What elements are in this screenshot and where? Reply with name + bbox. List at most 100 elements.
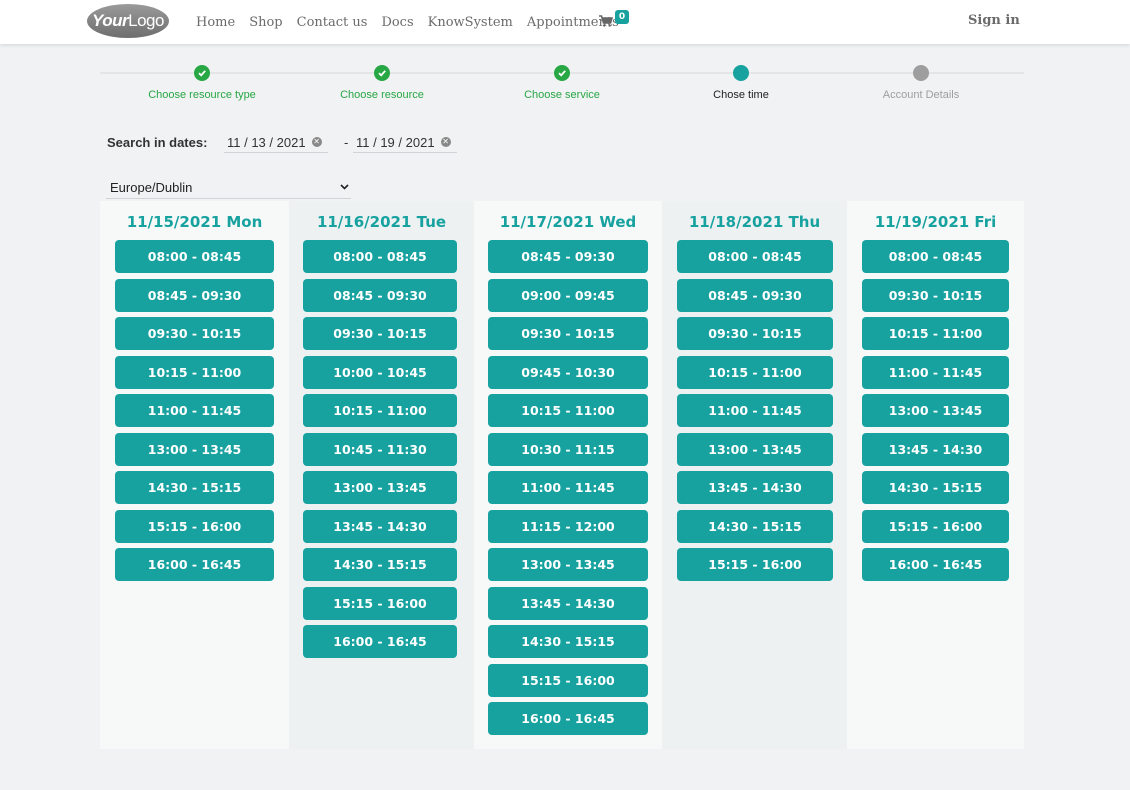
day-column: 11/17/2021 Wed 08:45 - 09:30 09:00 - 09:45… bbox=[474, 201, 662, 749]
slot-list: 08:00 - 08:45 08:45 - 09:30 09:30 - 10:15 1… bbox=[662, 240, 847, 587]
date-from-input[interactable]: 11 / 13 / 2021 ✕ bbox=[224, 132, 328, 153]
nav-link-knowsystem[interactable]: KnowSystem bbox=[428, 15, 513, 30]
time-slot-button[interactable]: 13:00 - 13:45 bbox=[488, 548, 648, 581]
chevron-down-icon bbox=[340, 184, 349, 190]
day-header: 11/15/2021 Mon bbox=[126, 213, 263, 231]
date-to-input[interactable]: 11 / 19 / 2021 ✕ bbox=[353, 132, 457, 153]
time-slot-button[interactable]: 08:45 - 09:30 bbox=[303, 278, 457, 312]
step-1[interactable]: Choose resource type bbox=[112, 65, 292, 101]
search-dates-label: Search in dates: bbox=[107, 135, 208, 150]
time-slot-button[interactable]: 09:30 - 10:15 bbox=[115, 317, 274, 350]
time-slot-button[interactable]: 10:15 - 11:00 bbox=[303, 394, 457, 427]
time-slot-button[interactable]: 13:00 - 13:45 bbox=[862, 394, 1009, 427]
timezone-select[interactable]: Europe/Dublin bbox=[106, 178, 351, 199]
step-3[interactable]: Choose service bbox=[472, 65, 652, 101]
time-slot-button[interactable]: 13:45 - 14:30 bbox=[862, 432, 1009, 466]
step-5[interactable]: Account Details bbox=[831, 65, 1011, 101]
step-label: Choose resource bbox=[340, 89, 424, 101]
time-slot-button[interactable]: 09:30 - 10:15 bbox=[488, 317, 648, 350]
time-slot-button[interactable]: 09:30 - 10:15 bbox=[862, 278, 1009, 312]
time-slot-button[interactable]: 14:30 - 15:15 bbox=[303, 548, 457, 581]
time-slot-button[interactable]: 10:15 - 11:00 bbox=[862, 317, 1009, 350]
shopping-cart-icon bbox=[599, 15, 613, 27]
slot-list: 08:00 - 08:45 08:45 - 09:30 09:30 - 10:15 1… bbox=[100, 240, 289, 587]
time-slot-button[interactable]: 11:00 - 11:45 bbox=[488, 471, 648, 504]
time-slot-button[interactable]: 16:00 - 16:45 bbox=[488, 702, 648, 735]
time-slot-button[interactable]: 13:45 - 14:30 bbox=[303, 509, 457, 543]
time-slot-button[interactable]: 09:30 - 10:15 bbox=[303, 317, 457, 350]
time-slot-button[interactable]: 09:30 - 10:15 bbox=[677, 317, 833, 350]
time-slot-button[interactable]: 13:00 - 13:45 bbox=[115, 432, 274, 466]
time-slot-button[interactable]: 11:00 - 11:45 bbox=[862, 355, 1009, 389]
time-slot-button[interactable]: 11:00 - 11:45 bbox=[115, 394, 274, 427]
time-slot-button[interactable]: 15:15 - 16:00 bbox=[862, 509, 1009, 543]
slot-list: 08:00 - 08:45 08:45 - 09:30 09:30 - 10:15 1… bbox=[289, 240, 474, 664]
step-label: Choose service bbox=[524, 89, 600, 101]
time-slot-button[interactable]: 08:00 - 08:45 bbox=[303, 240, 457, 273]
logo-text-logo: Logo bbox=[128, 11, 164, 30]
cart-button[interactable]: 0 bbox=[599, 10, 639, 34]
time-slot-button[interactable]: 10:45 - 11:30 bbox=[303, 432, 457, 466]
time-slot-button[interactable]: 14:30 - 15:15 bbox=[862, 471, 1009, 504]
time-slot-button[interactable]: 13:00 - 13:45 bbox=[303, 471, 457, 504]
step-label: Choose resource type bbox=[148, 89, 256, 101]
step-4[interactable]: Chose time bbox=[651, 65, 831, 101]
nav-link-home[interactable]: Home bbox=[196, 15, 235, 30]
time-slot-button[interactable]: 15:15 - 16:00 bbox=[303, 586, 457, 620]
time-slot-button[interactable]: 08:00 - 08:45 bbox=[862, 240, 1009, 273]
time-slot-button[interactable]: 10:15 - 11:00 bbox=[677, 355, 833, 389]
nav-link-docs[interactable]: Docs bbox=[381, 15, 413, 30]
clear-icon[interactable]: ✕ bbox=[311, 137, 322, 147]
time-slot-button[interactable]: 11:15 - 12:00 bbox=[488, 509, 648, 543]
time-slot-button[interactable]: 13:00 - 13:45 bbox=[677, 432, 833, 466]
time-slot-button[interactable]: 10:15 - 11:00 bbox=[488, 394, 648, 427]
clear-icon[interactable]: ✕ bbox=[440, 137, 451, 147]
time-slot-button[interactable]: 09:00 - 09:45 bbox=[488, 278, 648, 312]
time-slot-button[interactable]: 15:15 - 16:00 bbox=[115, 509, 274, 543]
time-slot-button[interactable]: 13:45 - 14:30 bbox=[677, 471, 833, 504]
time-slot-button[interactable]: 14:30 - 15:15 bbox=[677, 509, 833, 543]
time-slot-button[interactable]: 08:45 - 09:30 bbox=[488, 240, 648, 273]
time-slot-button[interactable]: 16:00 - 16:45 bbox=[303, 625, 457, 658]
date-range-separator: - bbox=[344, 135, 349, 150]
step-label: Account Details bbox=[882, 89, 960, 101]
nav-link-shop[interactable]: Shop bbox=[249, 15, 282, 30]
time-slot-button[interactable]: 15:15 - 16:00 bbox=[488, 663, 648, 697]
time-slot-button[interactable]: 10:15 - 11:00 bbox=[115, 355, 274, 389]
step-circle-icon bbox=[733, 65, 749, 81]
time-slot-button[interactable]: 08:00 - 08:45 bbox=[677, 240, 833, 273]
date-from-value: 11 / 13 / 2021 bbox=[227, 134, 306, 150]
day-header: 11/19/2021 Fri bbox=[874, 213, 997, 231]
time-slot-button[interactable]: 15:15 - 16:00 bbox=[677, 548, 833, 581]
day-column: 11/19/2021 Fri 08:00 - 08:45 09:30 - 10:15… bbox=[847, 201, 1024, 749]
day-column: 11/16/2021 Tue 08:00 - 08:45 08:45 - 09:30… bbox=[289, 201, 474, 749]
check-circle-icon bbox=[194, 65, 210, 81]
nav-link-contact[interactable]: Contact us bbox=[297, 15, 368, 30]
day-header: 11/17/2021 Wed bbox=[499, 213, 637, 231]
day-header: 11/16/2021 Tue bbox=[316, 213, 447, 231]
time-slot-button[interactable]: 13:45 - 14:30 bbox=[488, 586, 648, 620]
nav-links: Home Shop Contact us Docs KnowSystem App… bbox=[196, 0, 619, 44]
time-slot-button[interactable]: 14:30 - 15:15 bbox=[488, 625, 648, 658]
cart-count-badge: 0 bbox=[615, 10, 629, 24]
time-slot-button[interactable]: 08:45 - 09:30 bbox=[115, 278, 274, 312]
slot-list: 08:45 - 09:30 09:00 - 09:45 09:30 - 10:15 0… bbox=[474, 240, 662, 741]
time-slot-button[interactable]: 08:45 - 09:30 bbox=[677, 278, 833, 312]
time-slot-button[interactable]: 14:30 - 15:15 bbox=[115, 471, 274, 504]
time-slot-button[interactable]: 16:00 - 16:45 bbox=[115, 548, 274, 581]
step-circle-icon bbox=[913, 65, 929, 81]
step-2[interactable]: Choose resource bbox=[292, 65, 472, 101]
time-slot-button[interactable]: 08:00 - 08:45 bbox=[115, 240, 274, 273]
time-slot-button[interactable]: 10:00 - 10:45 bbox=[303, 355, 457, 389]
sign-in-link[interactable]: Sign in bbox=[968, 13, 1020, 28]
time-slot-button[interactable]: 09:45 - 10:30 bbox=[488, 355, 648, 389]
day-column: 11/18/2021 Thu 08:00 - 08:45 08:45 - 09:30… bbox=[662, 201, 847, 749]
step-label: Chose time bbox=[713, 89, 769, 101]
time-slot-button[interactable]: 10:30 - 11:15 bbox=[488, 432, 648, 466]
time-slot-button[interactable]: 16:00 - 16:45 bbox=[862, 548, 1009, 581]
time-slot-button[interactable]: 11:00 - 11:45 bbox=[677, 394, 833, 427]
slot-list: 08:00 - 08:45 09:30 - 10:15 10:15 - 11:00 1… bbox=[847, 240, 1024, 587]
timezone-value: Europe/Dublin bbox=[110, 180, 193, 195]
calendar: 11/15/2021 Mon 08:00 - 08:45 08:45 - 09:30… bbox=[100, 201, 1024, 749]
logo[interactable]: Your Logo bbox=[87, 4, 169, 38]
